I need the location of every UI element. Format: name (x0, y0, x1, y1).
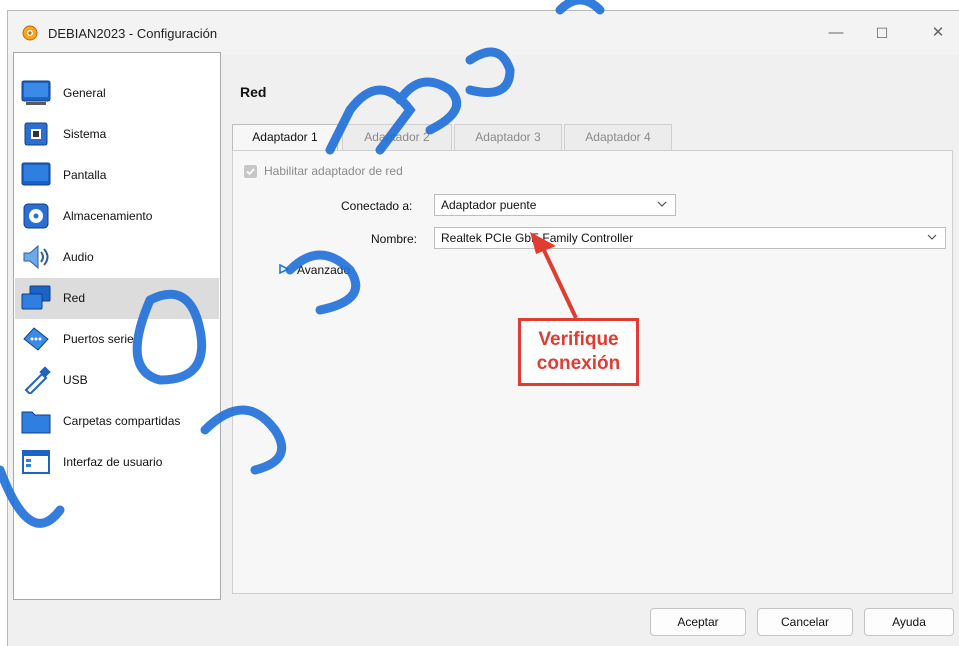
sidebar-item-interfaz-de-usuario[interactable]: Interfaz de usuario (15, 442, 219, 483)
chevron-down-icon (927, 234, 937, 240)
sidebar-item-pantalla[interactable]: Pantalla (15, 155, 219, 196)
window-icon (22, 450, 50, 474)
name-label: Nombre: (371, 232, 418, 246)
page-title: Red (240, 84, 267, 100)
tab-adaptador-2[interactable]: Adaptador 2 (342, 124, 452, 150)
sidebar-item-label: USB (63, 373, 88, 387)
sidebar-item-label: Sistema (63, 127, 107, 141)
sidebar-item-label: Pantalla (63, 168, 107, 182)
advanced-toggle[interactable]: Avanzado (297, 263, 350, 277)
title-bar: DEBIAN2023 - Configuración — ☐ ✕ (8, 11, 959, 55)
sidebar-item-usb[interactable]: USB (15, 360, 219, 401)
sidebar-item-puertos-serie[interactable]: Puertos serie (15, 319, 219, 360)
annotation-line-1: Verifique (538, 329, 619, 350)
minimize-button[interactable]: — (816, 21, 856, 45)
speaker-icon (23, 244, 49, 270)
serial-port-icon (23, 327, 49, 351)
connected-to-select[interactable]: Adaptador puente (434, 194, 676, 216)
sidebar-item-label: Audio (63, 250, 94, 264)
settings-sidebar: General Sistema Pantalla Almacenamiento … (13, 52, 221, 600)
folder-icon (21, 411, 51, 434)
sidebar-item-almacenamiento[interactable]: Almacenamiento (15, 196, 219, 237)
sidebar-item-label: Puertos serie (63, 332, 134, 346)
window-title: DEBIAN2023 - Configuración (48, 26, 218, 41)
connected-to-value: Adaptador puente (441, 198, 537, 212)
tab-adaptador-3[interactable]: Adaptador 3 (454, 124, 562, 150)
tab-adaptador-4[interactable]: Adaptador 4 (564, 124, 672, 150)
adapter-tabs: Adaptador 1 Adaptador 2 Adaptador 3 Adap… (232, 124, 672, 151)
sidebar-item-sistema[interactable]: Sistema (15, 114, 219, 155)
annotation-callout: Verifique conexión (518, 318, 639, 386)
sidebar-item-label: Almacenamiento (63, 209, 153, 223)
chevron-down-icon (657, 201, 667, 207)
sidebar-item-label: General (63, 86, 106, 100)
tab-adaptador-1[interactable]: Adaptador 1 (232, 124, 338, 151)
usb-icon (24, 366, 51, 394)
cancel-button[interactable]: Cancelar (757, 608, 853, 636)
sidebar-item-general[interactable]: General (15, 73, 219, 114)
enable-adapter-label: Habilitar adaptador de red (264, 164, 403, 178)
sidebar-item-audio[interactable]: Audio (15, 237, 219, 278)
maximize-button[interactable]: ☐ (862, 21, 902, 45)
accept-button[interactable]: Aceptar (650, 608, 746, 636)
sidebar-item-label: Carpetas compartidas (63, 414, 181, 428)
monitor-icon (21, 80, 51, 105)
expand-arrow-icon[interactable] (279, 264, 289, 274)
network-icon (21, 285, 51, 310)
virtualbox-app-icon (22, 25, 38, 41)
annotation-arrow (530, 232, 578, 319)
sidebar-item-red[interactable]: Red (15, 278, 219, 319)
sidebar-item-label: Red (63, 291, 86, 305)
sidebar-item-label: Interfaz de usuario (63, 455, 163, 469)
display-icon (21, 162, 51, 186)
storage-icon (23, 203, 49, 229)
chip-icon (24, 122, 48, 146)
sidebar-item-carpetas-compartidas[interactable]: Carpetas compartidas (15, 401, 219, 442)
annotation-line-2: conexión (536, 353, 621, 374)
connected-to-label: Conectado a: (341, 199, 413, 213)
close-button[interactable]: ✕ (918, 21, 958, 45)
enable-adapter-checkbox[interactable] (244, 165, 257, 178)
help-button[interactable]: Ayuda (864, 608, 954, 636)
